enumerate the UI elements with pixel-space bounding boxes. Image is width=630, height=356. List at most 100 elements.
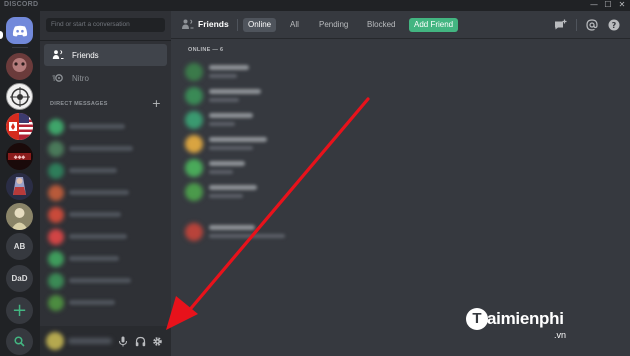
friend-status bbox=[209, 146, 253, 150]
avatar[interactable] bbox=[46, 332, 64, 350]
dm-item[interactable] bbox=[48, 117, 158, 137]
sidebar-item-nitro[interactable]: Nitro bbox=[44, 67, 167, 89]
friend-name bbox=[209, 113, 253, 118]
watermark-logo: T aimienphi .vn bbox=[466, 308, 616, 348]
discord-logo-icon bbox=[12, 25, 27, 36]
create-dm-button[interactable]: + bbox=[152, 97, 161, 110]
tab-blocked[interactable]: Blocked bbox=[362, 18, 400, 32]
avatar bbox=[48, 119, 64, 135]
server-dad-label: DaD bbox=[11, 274, 28, 283]
avatar bbox=[185, 183, 203, 201]
friend-status bbox=[209, 170, 233, 174]
sidebar-item-label: Nitro bbox=[72, 73, 89, 83]
dm-item[interactable] bbox=[48, 183, 158, 203]
home-button[interactable] bbox=[6, 17, 33, 44]
avatar bbox=[48, 273, 64, 289]
sidebar-item-friends[interactable]: Friends bbox=[44, 44, 167, 66]
mute-button[interactable] bbox=[117, 335, 129, 347]
conversation-search[interactable]: Find or start a conversation bbox=[46, 18, 165, 32]
friend-status bbox=[209, 122, 235, 126]
server-avatar-3[interactable] bbox=[6, 113, 33, 140]
tab-all[interactable]: All bbox=[285, 18, 304, 32]
friend-row[interactable] bbox=[183, 181, 443, 203]
server-avatar-2[interactable] bbox=[6, 83, 33, 110]
friends-icon bbox=[182, 19, 194, 29]
minimize-button[interactable]: — bbox=[588, 0, 600, 11]
friend-row[interactable] bbox=[183, 221, 443, 243]
avatar bbox=[185, 63, 203, 81]
nitro-icon bbox=[52, 72, 64, 84]
new-group-dm-button[interactable] bbox=[553, 18, 567, 32]
friend-name bbox=[209, 161, 245, 166]
friend-status bbox=[209, 74, 237, 78]
server-ab[interactable]: AB bbox=[6, 233, 33, 260]
dm-item[interactable] bbox=[48, 293, 158, 313]
mentions-icon bbox=[586, 19, 598, 31]
tab-online[interactable]: Online bbox=[243, 18, 277, 32]
dm-item[interactable] bbox=[48, 161, 158, 181]
header-divider bbox=[237, 19, 238, 31]
server-ab-label: AB bbox=[13, 242, 26, 251]
dm-item[interactable] bbox=[48, 271, 158, 291]
server-rail: ◆◆◆ AB DaD + bbox=[0, 11, 40, 356]
dm-name bbox=[69, 256, 119, 261]
svg-text:◆◆◆: ◆◆◆ bbox=[14, 155, 26, 161]
add-server-button[interactable]: + bbox=[6, 297, 33, 324]
search-icon bbox=[14, 336, 25, 347]
header-divider bbox=[576, 19, 577, 31]
avatar bbox=[48, 185, 64, 201]
avatar bbox=[48, 229, 64, 245]
deafen-button[interactable] bbox=[134, 335, 146, 347]
plus-icon: + bbox=[11, 299, 28, 321]
user-panel bbox=[40, 326, 171, 356]
avatar bbox=[48, 141, 64, 157]
watermark-name: aimienphi bbox=[487, 309, 564, 328]
friend-row[interactable] bbox=[183, 109, 443, 131]
dm-name bbox=[69, 278, 131, 283]
server-dad[interactable]: DaD bbox=[6, 265, 33, 292]
friends-icon bbox=[52, 49, 64, 61]
title-bar: DISCORD — ☐ ✕ bbox=[0, 0, 630, 11]
friend-status bbox=[209, 194, 243, 198]
friend-row[interactable] bbox=[183, 61, 443, 83]
friends-header: Friends Online All Pending Blocked Add F… bbox=[171, 11, 630, 39]
avatar bbox=[48, 207, 64, 223]
headphones-icon bbox=[135, 336, 145, 346]
avatar bbox=[48, 295, 64, 311]
dm-item[interactable] bbox=[48, 205, 158, 225]
friend-row[interactable] bbox=[183, 133, 443, 155]
friend-row[interactable] bbox=[183, 85, 443, 107]
dm-name bbox=[69, 234, 127, 239]
dm-item[interactable] bbox=[48, 227, 158, 247]
friend-status bbox=[209, 98, 239, 102]
dm-name bbox=[69, 168, 117, 173]
avatar bbox=[185, 159, 203, 177]
inbox-button[interactable] bbox=[585, 18, 599, 32]
explore-servers-button[interactable] bbox=[6, 328, 33, 355]
username bbox=[68, 338, 112, 344]
server-avatar-4[interactable]: ◆◆◆ bbox=[6, 143, 33, 170]
help-button[interactable]: ? bbox=[607, 18, 621, 32]
friend-name bbox=[209, 225, 255, 230]
new-group-dm-icon bbox=[554, 19, 566, 30]
avatar bbox=[48, 163, 64, 179]
tab-pending[interactable]: Pending bbox=[314, 18, 353, 32]
server-avatar-5[interactable] bbox=[6, 173, 33, 200]
user-settings-button[interactable] bbox=[151, 335, 163, 347]
dm-item[interactable] bbox=[48, 249, 158, 269]
online-count-header: ONLINE — 6 bbox=[188, 47, 224, 53]
dm-name bbox=[69, 300, 115, 305]
dm-item[interactable] bbox=[48, 139, 158, 159]
settings-icon bbox=[152, 336, 162, 346]
friend-row[interactable] bbox=[183, 157, 443, 179]
server-avatar-1[interactable] bbox=[6, 53, 33, 80]
maximize-button[interactable]: ☐ bbox=[602, 0, 614, 11]
friend-name bbox=[209, 137, 267, 142]
selected-indicator bbox=[0, 31, 3, 39]
close-button[interactable]: ✕ bbox=[616, 0, 628, 11]
avatar bbox=[48, 251, 64, 267]
add-friend-button[interactable]: Add Friend bbox=[409, 18, 459, 32]
microphone-icon bbox=[119, 336, 127, 346]
server-avatar-6[interactable] bbox=[6, 203, 33, 230]
friend-name bbox=[209, 89, 261, 94]
